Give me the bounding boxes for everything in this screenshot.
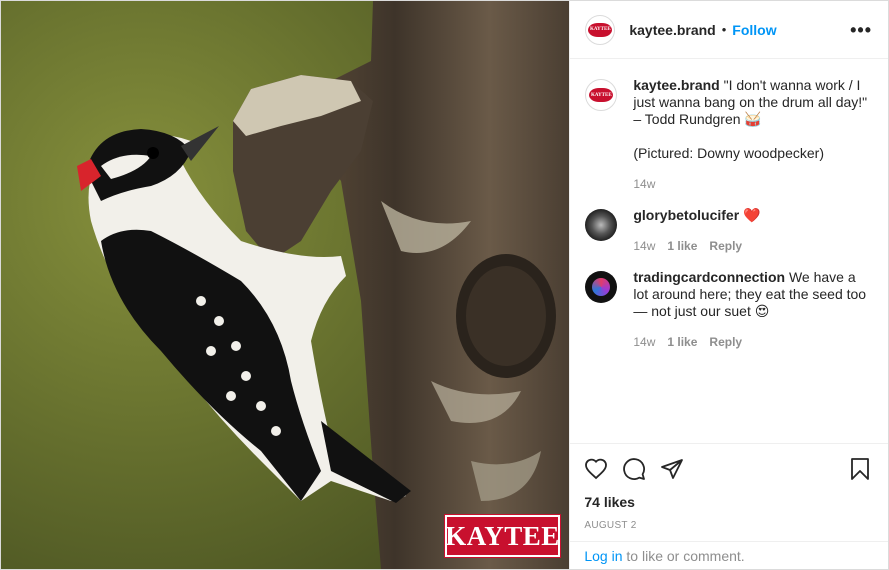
- comment-time[interactable]: 14w: [633, 334, 655, 351]
- instagram-post: KAYTEE KAYTEE kaytee.brand • Follow ••• …: [0, 0, 889, 570]
- avatar[interactable]: KAYTEE: [585, 79, 618, 111]
- login-prompt: Log in to like or comment.: [570, 541, 888, 569]
- kaytee-logo: KAYTEE: [444, 514, 561, 558]
- comment-item: tradingcardconnection We have a lot arou…: [585, 269, 872, 351]
- caption-text-2: (Pictured: Downy woodpecker): [633, 145, 824, 161]
- comment-text: ❤️: [743, 207, 761, 223]
- post-date[interactable]: AUGUST 2: [584, 520, 872, 531]
- comment-username[interactable]: tradingcardconnection: [633, 269, 785, 285]
- more-options-icon[interactable]: •••: [850, 21, 872, 39]
- post-header: KAYTEE kaytee.brand • Follow •••: [570, 1, 888, 59]
- comment-likes[interactable]: 1 like: [667, 238, 697, 255]
- header-separator: •: [721, 22, 727, 37]
- post-actions: 74 likes AUGUST 2 Log in to like or comm…: [570, 443, 888, 569]
- avatar[interactable]: [585, 271, 618, 303]
- caption-username[interactable]: kaytee.brand: [633, 77, 719, 93]
- header-username[interactable]: kaytee.brand: [629, 22, 715, 38]
- comment-username[interactable]: glorybetolucifer: [633, 207, 739, 223]
- comment-likes[interactable]: 1 like: [667, 334, 697, 351]
- reply-button[interactable]: Reply: [709, 334, 742, 351]
- login-prompt-text: to like or comment.: [622, 548, 745, 564]
- comments-list[interactable]: KAYTEE kaytee.brand "I don't wanna work …: [570, 59, 888, 443]
- reply-button[interactable]: Reply: [709, 238, 742, 255]
- comment-item: glorybetolucifer ❤️ 14w 1 like Reply: [585, 207, 872, 255]
- caption-time[interactable]: 14w: [633, 176, 655, 193]
- avatar[interactable]: KAYTEE: [585, 14, 616, 45]
- caption: KAYTEE kaytee.brand "I don't wanna work …: [585, 77, 872, 193]
- comment-icon[interactable]: [622, 457, 646, 481]
- post-photo[interactable]: KAYTEE: [1, 1, 570, 569]
- avatar[interactable]: [585, 209, 618, 241]
- share-icon[interactable]: [660, 457, 684, 481]
- heart-icon[interactable]: [584, 457, 608, 481]
- follow-button[interactable]: Follow: [732, 22, 776, 38]
- comment-time[interactable]: 14w: [633, 238, 655, 255]
- login-link[interactable]: Log in: [584, 548, 622, 564]
- bookmark-icon[interactable]: [848, 457, 872, 481]
- post-side-panel: KAYTEE kaytee.brand • Follow ••• KAYTEE …: [569, 1, 888, 569]
- likes-count[interactable]: 74 likes: [584, 494, 872, 510]
- woodpecker-image: [1, 1, 570, 569]
